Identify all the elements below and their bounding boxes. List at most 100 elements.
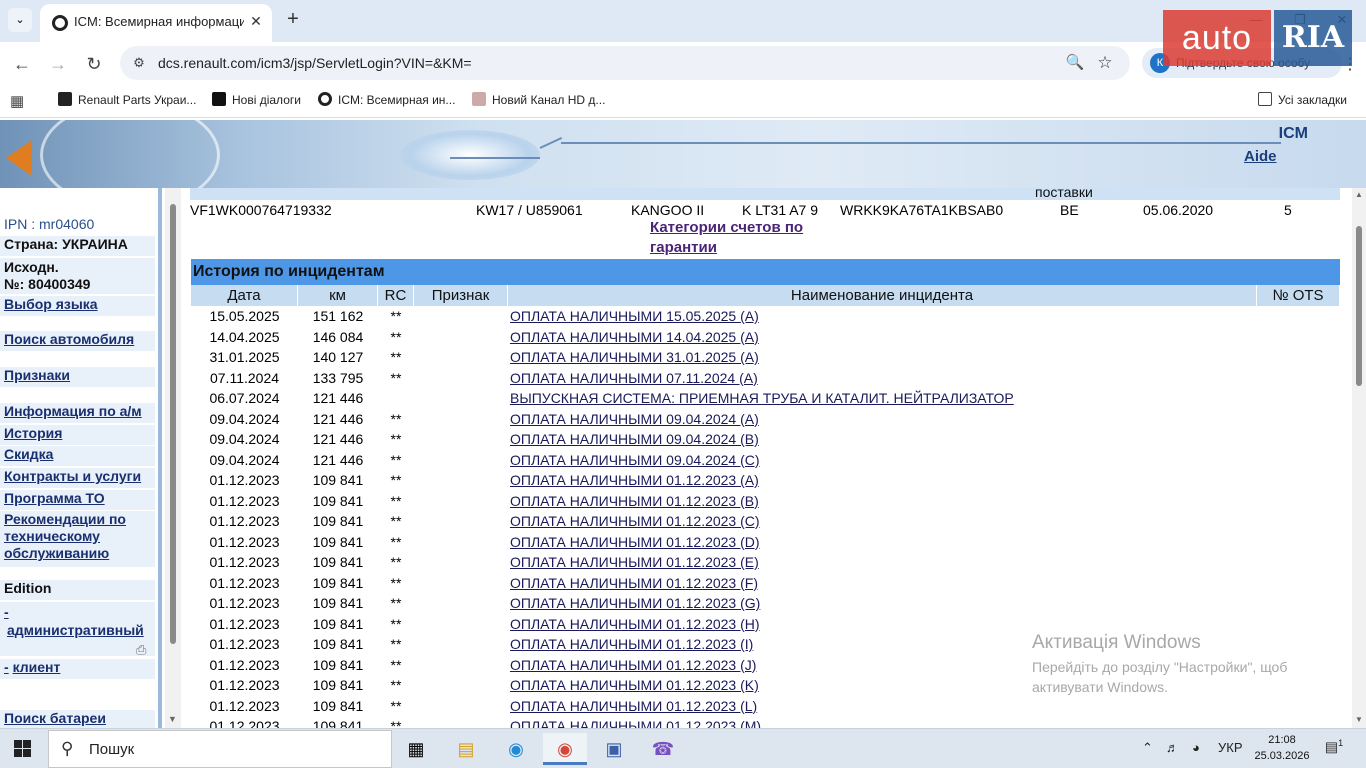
cell-km: 140 127 bbox=[312, 349, 364, 365]
tray-chevron-icon[interactable]: ⌃ bbox=[1142, 740, 1153, 756]
incident-link[interactable]: ОПЛАТА НАЛИЧНЫМИ 09.04.2024 (A) bbox=[510, 411, 759, 427]
sidebar-item-discount[interactable]: Скидка bbox=[0, 446, 155, 466]
sidebar-scrollbar[interactable]: ▼ bbox=[165, 188, 181, 728]
bookmark-new-dialogs[interactable]: Нові діалоги bbox=[212, 92, 301, 107]
sidebar-item-contracts[interactable]: Контракты и услуги bbox=[0, 468, 155, 488]
edge-browser-icon[interactable]: ◉ bbox=[494, 733, 538, 765]
incident-link[interactable]: ОПЛАТА НАЛИЧНЫМИ 01.12.2023 (L) bbox=[510, 698, 757, 714]
cell-km: 109 841 bbox=[312, 636, 364, 652]
new-tab-plus-icon[interactable]: + bbox=[282, 8, 304, 30]
address-bar[interactable]: ⚙ dcs.renault.com/icm3/jsp/ServletLogin?… bbox=[120, 46, 1130, 80]
incident-link[interactable]: ОПЛАТА НАЛИЧНЫМИ 14.04.2025 (A) bbox=[510, 329, 759, 345]
sidebar-item-admin[interactable]: - административный bbox=[0, 602, 155, 656]
cell-date: 01.12.2023 bbox=[209, 533, 280, 550]
forward-arrow-icon[interactable]: → bbox=[45, 51, 71, 77]
taskbar-clock[interactable]: 21:08 25.03.2026 bbox=[1252, 732, 1312, 764]
sidebar-item-vehicle-info[interactable]: Информация по а/м bbox=[0, 403, 155, 423]
scroll-down-arrow-icon[interactable]: ▼ bbox=[1355, 715, 1363, 724]
incident-link[interactable]: ОПЛАТА НАЛИЧНЫМИ 09.04.2024 (B) bbox=[510, 431, 759, 447]
sidebar-item-label[interactable]: клиент bbox=[13, 659, 61, 675]
banner-back-arrow-icon[interactable] bbox=[6, 140, 32, 176]
sidebar-item-battery[interactable]: Поиск батареи bbox=[0, 710, 155, 728]
sidebar-item-history[interactable]: История bbox=[0, 425, 155, 445]
scroll-up-arrow-icon[interactable]: ▲ bbox=[1355, 190, 1363, 199]
incident-link[interactable]: ОПЛАТА НАЛИЧНЫМИ 01.12.2023 (C) bbox=[510, 513, 760, 529]
bookmark-star-icon[interactable]: ☆ bbox=[1094, 52, 1116, 74]
notifications-icon[interactable]: ▤1 bbox=[1322, 738, 1346, 760]
browser-tab-active[interactable]: ICM: Всемирная информационн ✕ bbox=[40, 4, 272, 42]
cell-rc: ** bbox=[390, 308, 402, 324]
chrome-browser-icon[interactable]: ◉ bbox=[543, 733, 587, 765]
incident-link[interactable]: ОПЛАТА НАЛИЧНЫМИ 01.12.2023 (B) bbox=[510, 493, 759, 509]
cell-date: 06.07.2024 bbox=[209, 390, 280, 406]
app-shortcut-icon[interactable]: ▣ bbox=[592, 733, 636, 765]
col-header-rc: RC bbox=[378, 285, 414, 306]
input-language[interactable]: УКР bbox=[1218, 740, 1243, 755]
file-explorer-icon[interactable]: ▤ bbox=[444, 733, 488, 765]
site-info-icon[interactable]: ⚙ bbox=[130, 54, 148, 72]
url-text[interactable]: dcs.renault.com/icm3/jsp/ServletLogin?VI… bbox=[158, 55, 472, 71]
main-scroll-thumb[interactable] bbox=[1356, 226, 1362, 386]
sidebar-item-label[interactable]: Поиск батареи bbox=[4, 710, 106, 726]
incident-link[interactable]: ОПЛАТА НАЛИЧНЫМИ 01.12.2023 (I) bbox=[510, 636, 753, 652]
sidebar-item-label[interactable]: Признаки bbox=[4, 367, 70, 383]
zoom-icon[interactable]: 🔍 bbox=[1064, 52, 1086, 74]
sidebar-item-label[interactable]: Контракты и услуги bbox=[4, 468, 141, 484]
viber-icon[interactable]: ☎ bbox=[641, 733, 685, 765]
network-icon[interactable]: ◕ bbox=[1192, 740, 1200, 755]
taskbar-search-box[interactable]: ⚲ Пошук bbox=[48, 730, 392, 768]
sidebar-item-vehicle-search[interactable]: Поиск автомобиля bbox=[0, 331, 155, 351]
sidebar-item-label[interactable]: Информация по а/м bbox=[4, 403, 142, 419]
incident-link[interactable]: ОПЛАТА НАЛИЧНЫМИ 01.12.2023 (A) bbox=[510, 472, 759, 488]
incident-link[interactable]: ОПЛАТА НАЛИЧНЫМИ 01.12.2023 (J) bbox=[510, 657, 756, 673]
sidebar-item-client[interactable]: - клиент bbox=[0, 659, 155, 679]
sidebar-item-label[interactable]: Выбор языка bbox=[4, 296, 98, 312]
incident-link[interactable]: ОПЛАТА НАЛИЧНЫМИ 07.11.2024 (A) bbox=[510, 370, 758, 386]
cell-rc: ** bbox=[390, 513, 402, 529]
bookmark-icm[interactable]: ICM: Всемирная ин... bbox=[318, 92, 455, 107]
bookmark-new-channel[interactable]: Новий Канал HD д... bbox=[472, 92, 605, 107]
back-arrow-icon[interactable]: ← bbox=[9, 51, 35, 77]
printer-icon[interactable]: ⎙ bbox=[136, 642, 146, 658]
incident-link[interactable]: ОПЛАТА НАЛИЧНЫМИ 01.12.2023 (D) bbox=[510, 534, 760, 550]
sidebar-item-label[interactable]: Рекомендации по техническому обслуживани… bbox=[4, 511, 126, 561]
sidebar-item-label[interactable]: История bbox=[4, 425, 62, 441]
taskbar-search-label: Пошук bbox=[89, 741, 135, 758]
apps-grid-icon[interactable]: ▦ bbox=[10, 92, 28, 110]
help-link[interactable]: Aide bbox=[1244, 148, 1277, 165]
sidebar-item-maintenance[interactable]: Программа ТО bbox=[0, 490, 155, 510]
incident-link[interactable]: ОПЛАТА НАЛИЧНЫМИ 31.01.2025 (A) bbox=[510, 349, 759, 365]
volume-icon[interactable]: ♬ bbox=[1166, 740, 1179, 755]
incident-link[interactable]: ОПЛАТА НАЛИЧНЫМИ 01.12.2023 (G) bbox=[510, 595, 760, 611]
incident-link[interactable]: ОПЛАТА НАЛИЧНЫМИ 01.12.2023 (K) bbox=[510, 677, 759, 693]
sidebar-scroll-thumb[interactable] bbox=[170, 204, 176, 644]
table-row: 15.05.2025 151 162 ** ОПЛАТА НАЛИЧНЫМИ 15.0… bbox=[191, 308, 1340, 329]
incident-link[interactable]: ОПЛАТА НАЛИЧНЫМИ 15.05.2025 (A) bbox=[510, 308, 759, 324]
incident-link[interactable]: ОПЛАТА НАЛИЧНЫМИ 01.12.2023 (F) bbox=[510, 575, 758, 591]
sidebar-item-label[interactable]: Поиск автомобиля bbox=[4, 331, 134, 347]
table-row: 09.04.2024 121 446 ** ОПЛАТА НАЛИЧНЫМИ 09.0… bbox=[191, 452, 1340, 473]
incident-link[interactable]: ОПЛАТА НАЛИЧНЫМИ 01.12.2023 (M) bbox=[510, 718, 761, 728]
tab-search-chevron-icon[interactable]: ⌄ bbox=[8, 8, 32, 32]
scroll-down-arrow-icon[interactable]: ▼ bbox=[168, 714, 177, 724]
sidebar-item-label[interactable]: Программа ТО bbox=[4, 490, 105, 506]
sidebar-item-language[interactable]: Выбор языка bbox=[0, 296, 155, 316]
windows-start-icon[interactable] bbox=[8, 737, 38, 761]
incident-link[interactable]: ОПЛАТА НАЛИЧНЫМИ 01.12.2023 (E) bbox=[510, 554, 759, 570]
incident-link[interactable]: ВЫПУСКНАЯ СИСТЕМА: ПРИЕМНАЯ ТРУБА И КАТА… bbox=[510, 390, 1014, 406]
table-row: 14.04.2025 146 084 ** ОПЛАТА НАЛИЧНЫМИ 14.0… bbox=[191, 329, 1340, 350]
incident-link[interactable]: ОПЛАТА НАЛИЧНЫМИ 09.04.2024 (C) bbox=[510, 452, 760, 468]
sidebar-item-label[interactable]: административный bbox=[4, 621, 155, 639]
task-view-icon[interactable]: ▦ bbox=[394, 733, 438, 765]
sidebar-item-recommendations[interactable]: Рекомендации по техническому обслуживани… bbox=[0, 511, 155, 567]
main-scrollbar[interactable]: ▲ ▼ bbox=[1352, 188, 1366, 728]
bookmark-renault-parts[interactable]: Renault Parts Украи... bbox=[58, 92, 196, 107]
sidebar-item-label[interactable]: Скидка bbox=[4, 446, 53, 462]
all-bookmarks[interactable]: Усі закладки bbox=[1258, 92, 1347, 107]
warranty-categories-link[interactable]: Категории счетов по гарантии bbox=[650, 218, 870, 258]
incident-link[interactable]: ОПЛАТА НАЛИЧНЫМИ 01.12.2023 (H) bbox=[510, 616, 760, 632]
tab-close-icon[interactable]: ✕ bbox=[246, 11, 266, 31]
delivery-country: BE bbox=[1060, 202, 1079, 218]
sidebar-item-signs[interactable]: Признаки bbox=[0, 367, 155, 387]
reload-icon[interactable]: ↻ bbox=[81, 51, 107, 77]
